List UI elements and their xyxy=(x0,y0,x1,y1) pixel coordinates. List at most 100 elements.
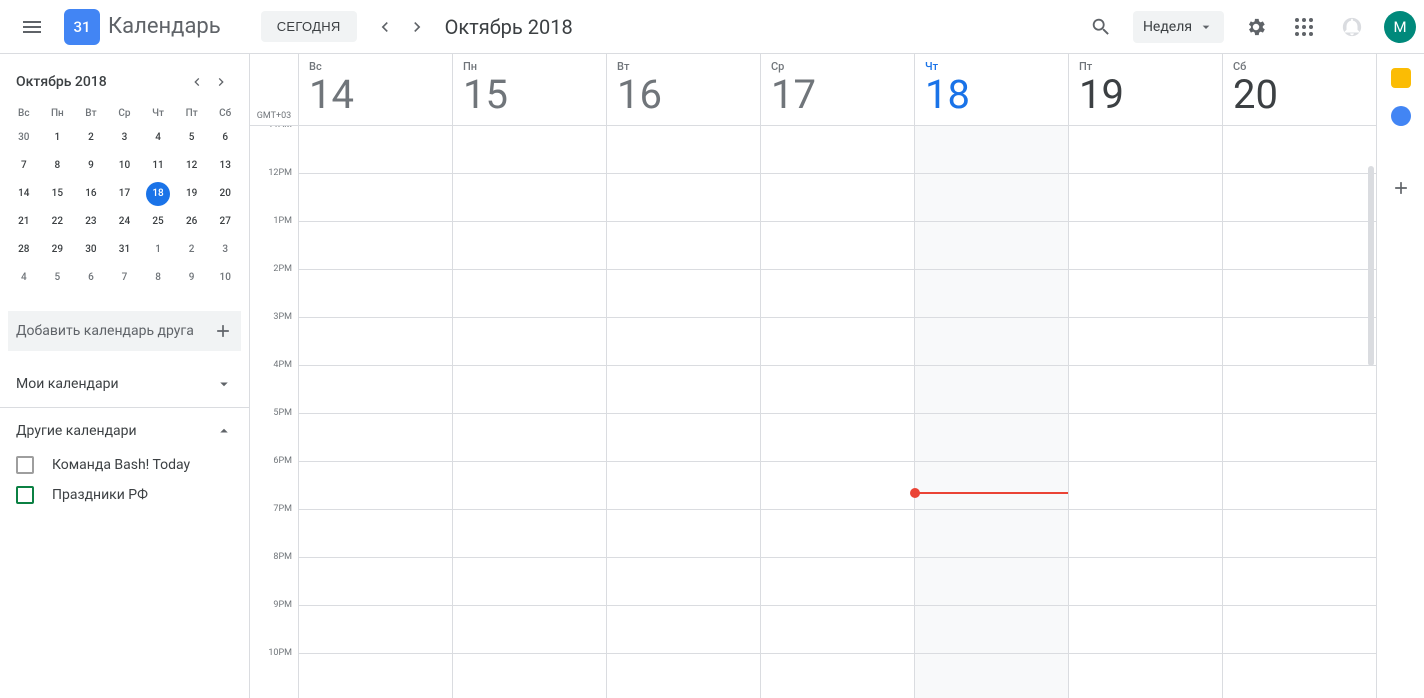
hour-cell[interactable] xyxy=(453,174,606,222)
hour-cell[interactable] xyxy=(1069,654,1222,698)
hour-cell[interactable] xyxy=(299,126,452,174)
hour-cell[interactable] xyxy=(761,222,914,270)
hour-cell[interactable] xyxy=(607,222,760,270)
mini-day[interactable]: 8 xyxy=(146,266,170,290)
hour-cell[interactable] xyxy=(607,414,760,462)
hour-cell[interactable] xyxy=(1223,462,1376,510)
day-column[interactable] xyxy=(452,126,606,698)
mini-day[interactable]: 3 xyxy=(213,238,237,262)
today-button[interactable]: СЕГОДНЯ xyxy=(261,11,357,42)
search-button[interactable] xyxy=(1081,7,1121,47)
hour-cell[interactable] xyxy=(915,414,1068,462)
mini-day[interactable]: 14 xyxy=(12,182,36,206)
time-grid[interactable]: 11AM12PM1PM2PM3PM4PM5PM6PM7PM8PM9PM10PM xyxy=(250,126,1376,698)
hour-cell[interactable] xyxy=(299,654,452,698)
hour-cell[interactable] xyxy=(453,462,606,510)
tasks-addon-button[interactable] xyxy=(1391,106,1411,126)
hour-cell[interactable] xyxy=(1069,510,1222,558)
hour-cell[interactable] xyxy=(1069,126,1222,174)
mini-day[interactable]: 21 xyxy=(12,210,36,234)
hour-cell[interactable] xyxy=(915,558,1068,606)
hour-cell[interactable] xyxy=(761,126,914,174)
mini-day[interactable]: 1 xyxy=(146,238,170,262)
day-column[interactable] xyxy=(1068,126,1222,698)
hour-cell[interactable] xyxy=(299,318,452,366)
mini-day[interactable]: 5 xyxy=(45,266,69,290)
hour-cell[interactable] xyxy=(299,366,452,414)
day-column[interactable] xyxy=(1222,126,1376,698)
hour-cell[interactable] xyxy=(299,558,452,606)
mini-day[interactable]: 7 xyxy=(12,154,36,178)
day-header[interactable]: Пн15 xyxy=(452,54,606,125)
hour-cell[interactable] xyxy=(1069,366,1222,414)
mini-day[interactable]: 3 xyxy=(112,126,136,150)
hour-cell[interactable] xyxy=(1069,414,1222,462)
hour-cell[interactable] xyxy=(1069,462,1222,510)
hour-cell[interactable] xyxy=(453,366,606,414)
hour-cell[interactable] xyxy=(1069,606,1222,654)
hour-cell[interactable] xyxy=(1069,174,1222,222)
calendar-checkbox[interactable] xyxy=(16,456,34,474)
mini-day[interactable]: 27 xyxy=(213,210,237,234)
hour-cell[interactable] xyxy=(453,606,606,654)
hour-cell[interactable] xyxy=(607,462,760,510)
hour-cell[interactable] xyxy=(453,318,606,366)
hour-cell[interactable] xyxy=(299,222,452,270)
hour-cell[interactable] xyxy=(299,510,452,558)
day-column[interactable] xyxy=(606,126,760,698)
mini-day[interactable]: 2 xyxy=(180,238,204,262)
hour-cell[interactable] xyxy=(761,606,914,654)
hour-cell[interactable] xyxy=(1069,558,1222,606)
hour-cell[interactable] xyxy=(453,654,606,698)
hour-cell[interactable] xyxy=(915,174,1068,222)
mini-day[interactable]: 4 xyxy=(12,266,36,290)
mini-day[interactable]: 6 xyxy=(213,126,237,150)
hour-cell[interactable] xyxy=(915,462,1068,510)
mini-prev-month[interactable] xyxy=(185,70,209,94)
hour-cell[interactable] xyxy=(453,510,606,558)
mini-day[interactable]: 7 xyxy=(112,266,136,290)
mini-day[interactable]: 29 xyxy=(45,238,69,262)
mini-day[interactable]: 24 xyxy=(112,210,136,234)
hour-cell[interactable] xyxy=(299,414,452,462)
hour-cell[interactable] xyxy=(299,462,452,510)
hour-cell[interactable] xyxy=(761,270,914,318)
mini-day[interactable]: 8 xyxy=(45,154,69,178)
hour-cell[interactable] xyxy=(761,462,914,510)
hour-cell[interactable] xyxy=(607,510,760,558)
day-header[interactable]: Чт18 xyxy=(914,54,1068,125)
notifications-button[interactable] xyxy=(1332,7,1372,47)
mini-day[interactable]: 9 xyxy=(79,154,103,178)
mini-day[interactable]: 30 xyxy=(79,238,103,262)
hour-cell[interactable] xyxy=(915,654,1068,698)
mini-day[interactable]: 4 xyxy=(146,126,170,150)
other-calendars-section[interactable]: Другие календари xyxy=(8,412,241,450)
hour-cell[interactable] xyxy=(915,606,1068,654)
day-header[interactable]: Вт16 xyxy=(606,54,760,125)
calendar-item[interactable]: Команда Bash! Today xyxy=(8,450,241,480)
hour-cell[interactable] xyxy=(607,270,760,318)
hour-cell[interactable] xyxy=(607,606,760,654)
calendar-checkbox[interactable] xyxy=(16,486,34,504)
hour-cell[interactable] xyxy=(607,366,760,414)
mini-day[interactable]: 11 xyxy=(146,154,170,178)
hour-cell[interactable] xyxy=(607,318,760,366)
menu-button[interactable] xyxy=(8,3,56,51)
mini-day[interactable]: 12 xyxy=(180,154,204,178)
hour-cell[interactable] xyxy=(1069,270,1222,318)
hour-cell[interactable] xyxy=(915,318,1068,366)
hour-cell[interactable] xyxy=(761,174,914,222)
scrollbar[interactable] xyxy=(1368,166,1374,366)
hour-cell[interactable] xyxy=(1069,222,1222,270)
prev-week-button[interactable] xyxy=(369,11,401,43)
mini-day[interactable]: 17 xyxy=(112,182,136,206)
hour-cell[interactable] xyxy=(299,174,452,222)
hour-cell[interactable] xyxy=(1069,318,1222,366)
apps-button[interactable] xyxy=(1284,7,1324,47)
add-friend-calendar[interactable]: Добавить календарь друга xyxy=(8,311,241,351)
hour-cell[interactable] xyxy=(761,318,914,366)
day-header[interactable]: Пт19 xyxy=(1068,54,1222,125)
hour-cell[interactable] xyxy=(1223,270,1376,318)
hour-cell[interactable] xyxy=(1223,366,1376,414)
hour-cell[interactable] xyxy=(1223,126,1376,174)
